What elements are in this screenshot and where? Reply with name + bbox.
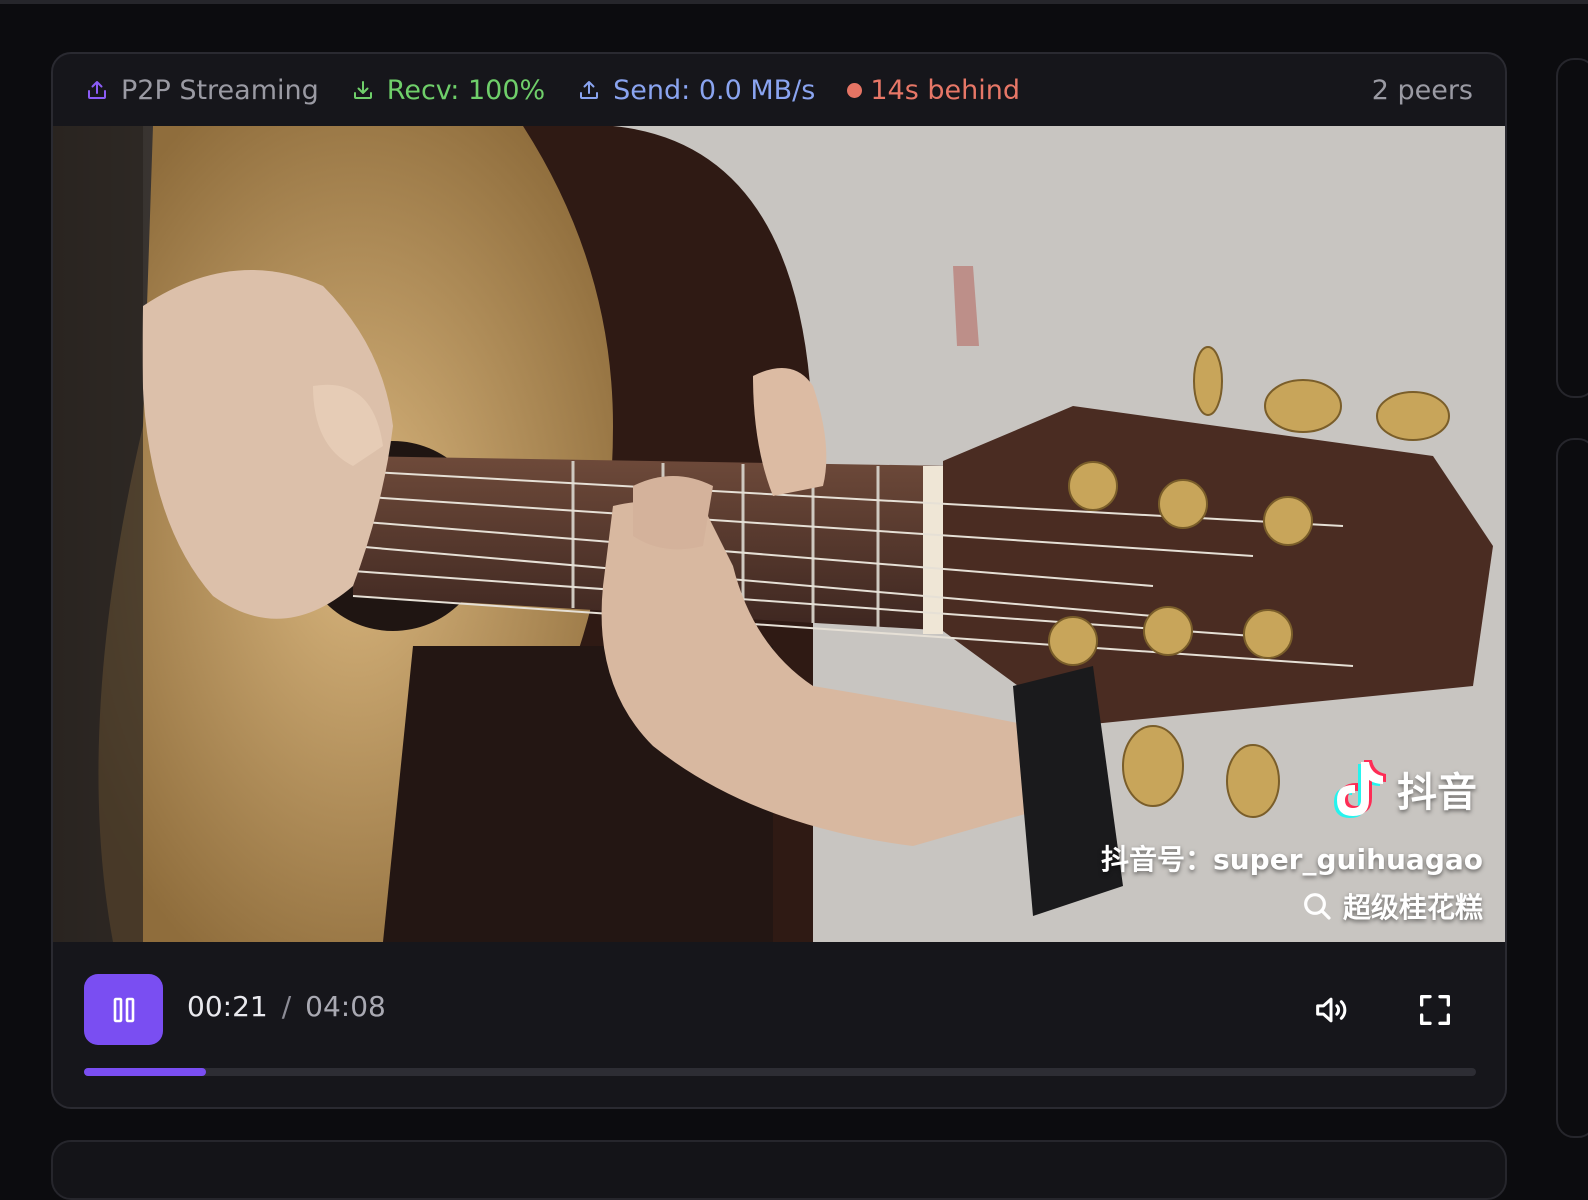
video-frame[interactable]: 抖音 抖音号：super_guihuagao 超级桂花糕 <box>53 126 1505 942</box>
side-panel-edge-lower <box>1556 438 1588 1138</box>
current-time: 00:21 <box>187 990 268 1023</box>
next-card-edge <box>51 1140 1507 1200</box>
watermark-account-id: 抖音号：super_guihuagao <box>1101 843 1483 876</box>
lag-stat: 14s behind <box>847 75 1020 106</box>
watermark-brand: 抖音 <box>1329 758 1477 820</box>
lag-dot-icon <box>847 82 863 98</box>
volume-button[interactable] <box>1311 990 1351 1030</box>
stream-mode: P2P Streaming <box>85 75 319 106</box>
send-stat: Send: 0.0 MB/s <box>577 75 815 106</box>
progress-fill <box>84 1068 207 1076</box>
fullscreen-button[interactable] <box>1415 990 1455 1030</box>
watermark-brand-text: 抖音 <box>1397 770 1477 816</box>
stream-status-bar: P2P Streaming Recv: 100% Send: 0.0 MB/s … <box>53 54 1505 126</box>
video-player-card: P2P Streaming Recv: 100% Send: 0.0 MB/s … <box>51 52 1507 1109</box>
player-controls: 00:21 / 04:08 <box>53 942 1505 1107</box>
watermark-search: 超级桂花糕 <box>1301 886 1483 926</box>
recv-stat: Recv: 100% <box>351 75 545 106</box>
download-icon <box>353 81 372 99</box>
lag-label: 14s behind <box>870 74 1020 106</box>
volume-icon <box>1316 997 1347 1023</box>
progress-bar[interactable] <box>84 1068 1476 1076</box>
pause-button[interactable] <box>84 974 163 1045</box>
tiktok-logo-icon <box>1334 760 1386 818</box>
fullscreen-icon <box>1420 995 1450 1025</box>
side-panel-edge <box>1556 58 1588 398</box>
time-display: 00:21 / 04:08 <box>187 990 386 1023</box>
peer-count-label: 2 peers <box>1371 74 1473 106</box>
duration: 04:08 <box>305 990 386 1023</box>
peer-count: 2 peers <box>1372 75 1473 106</box>
watermark-search-text: 超级桂花糕 <box>1342 891 1483 924</box>
video-image <box>53 126 1505 942</box>
search-icon <box>1304 893 1331 920</box>
send-label: Send: 0.0 MB/s <box>613 74 816 106</box>
top-divider <box>0 0 1588 4</box>
pause-icon <box>113 997 134 1022</box>
stream-mode-label: P2P Streaming <box>121 74 319 106</box>
upload-icon <box>580 81 599 99</box>
upload-icon <box>88 81 106 99</box>
time-separator: / <box>281 990 292 1023</box>
recv-label: Recv: 100% <box>386 74 546 106</box>
